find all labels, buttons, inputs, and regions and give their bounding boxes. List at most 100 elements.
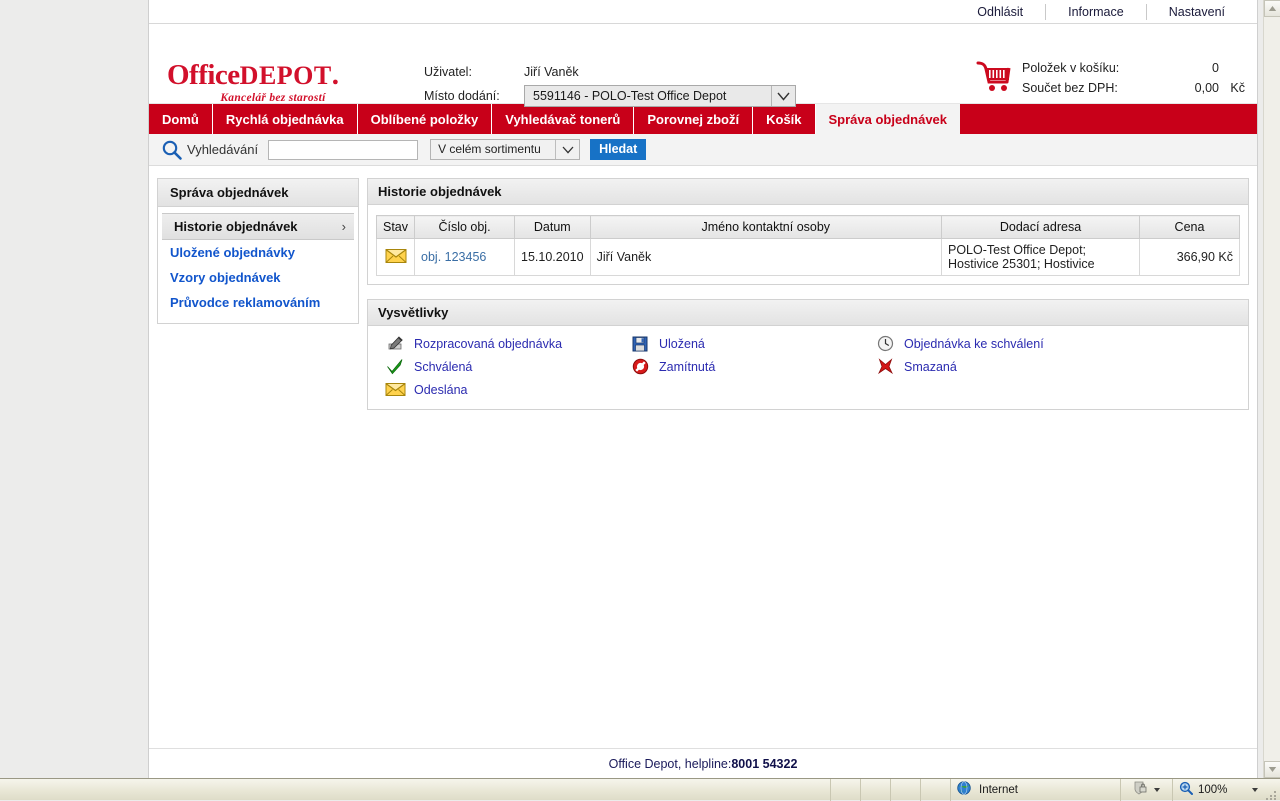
nav-home[interactable]: Domů [149,104,213,134]
nav-toner-finder[interactable]: Vyhledávač tonerů [492,104,634,134]
cell-contact-name: Jiří Vaněk [590,239,941,276]
nav-order-management[interactable]: Správa objednávek [816,104,962,134]
search-scope-value: V celém sortimentu [438,142,541,156]
logo-dot: . [332,59,339,91]
legend-item: Smazaná [874,355,1119,378]
legend-item: Schválená [384,355,629,378]
zoom-control[interactable]: 100% [1172,779,1264,801]
order-history-panel: Historie objednávek Stav Číslo obj. Datu… [367,178,1249,285]
legend-item: Odeslána [384,378,629,401]
draft-pen-icon [384,335,406,353]
search-bar: Vyhledávání V celém sortimentu Hledat [149,134,1257,166]
resize-grip[interactable] [1264,779,1280,801]
shopping-cart-icon [976,60,1014,94]
sidebar-item-order-templates[interactable]: Vzory objednávek [158,265,358,290]
delivery-label: Místo dodání: [424,89,524,103]
legend-column-1: Rozpracovaná objednávka Schválená [384,332,629,401]
logout-link[interactable]: Odhlásit [955,4,1045,20]
cart-items-row: Položek v košíku: 0 [1022,58,1245,78]
cart-summary[interactable]: Položek v košíku: 0 Součet bez DPH: 0,00… [976,58,1245,98]
red-x-icon [874,358,896,376]
search-button[interactable]: Hledat [590,139,646,160]
table-row[interactable]: obj. 123456 15.10.2010 Jiří Vaněk POLO-T… [377,239,1240,276]
legend-label: Rozpracovaná objednávka [414,337,562,351]
zoom-magnifier-icon [1179,781,1193,798]
legend-label: Schválená [414,360,472,374]
legend-item: Objednávka ke schválení [874,332,1119,355]
scroll-up-button[interactable] [1264,0,1280,17]
address-line-2: Hostivice 25301; Hostivice [948,257,1095,271]
green-check-icon [384,358,406,376]
cell-order-number[interactable]: obj. 123456 [415,239,515,276]
legend-label: Objednávka ke schválení [904,337,1044,351]
search-scope-select[interactable]: V celém sortimentu [430,139,580,160]
search-input[interactable] [268,140,418,160]
legend-panel: Vysvětlivky [367,299,1249,410]
cart-subtotal-value: 0,00 [1167,81,1219,95]
legend-title: Vysvětlivky [368,300,1248,326]
nav-compare[interactable]: Porovnej zboží [634,104,753,134]
price-value: 366,90 [1177,250,1215,264]
orders-table: Stav Číslo obj. Datum Jméno kontaktní os… [376,215,1240,276]
user-info-block: Uživatel: Jiří Vaněk Místo dodání: 55911… [424,60,796,108]
legend-body: Rozpracovaná objednávka Schválená [368,326,1248,409]
status-segment [830,779,860,801]
address-line-1: POLO-Test Office Depot; [948,243,1086,257]
sidebar-item-complaint-guide[interactable]: Průvodce reklamováním [158,290,358,315]
sidebar-item-saved-orders[interactable]: Uložené objednávky [158,240,358,265]
scroll-down-button[interactable] [1264,761,1280,778]
col-delivery-address: Dodací adresa [942,216,1140,239]
legend-item: Uložená [629,332,874,355]
status-segment [890,779,920,801]
chevron-down-icon[interactable] [1154,788,1160,792]
status-segment [860,779,890,801]
page-content: Správa objednávek Historie objednávek › … [149,166,1257,424]
table-header-row: Stav Číslo obj. Datum Jméno kontaktní os… [377,216,1240,239]
web-page: Odhlásit Informace Nastavení OfficeDEPOT… [148,0,1258,778]
magnifier-icon [161,139,183,161]
sidebar: Správa objednávek Historie objednávek › … [157,178,359,324]
utility-bar: Odhlásit Informace Nastavení [149,0,1257,24]
globe-icon [957,781,971,798]
cart-items-label: Položek v košíku: [1022,61,1167,75]
sidebar-item-label: Vzory objednávek [170,270,281,285]
user-row: Uživatel: Jiří Vaněk [424,60,796,84]
chevron-down-icon[interactable] [771,86,795,106]
nav-cart[interactable]: Košík [753,104,815,134]
nav-quick-order[interactable]: Rychlá objednávka [213,104,358,134]
search-label: Vyhledávání [187,142,258,157]
chevron-down-icon[interactable] [555,140,579,159]
col-order-number: Číslo obj. [415,216,515,239]
vertical-scrollbar[interactable] [1263,0,1280,778]
main-column: Historie objednávek Stav Číslo obj. Datu… [367,178,1249,424]
protected-mode-indicator[interactable] [1120,779,1172,801]
sidebar-title: Správa objednávek [158,179,358,207]
cell-price: 366,90 Kč [1140,239,1240,276]
security-zone-indicator[interactable]: Internet [950,779,1120,801]
cell-delivery-address: POLO-Test Office Depot; Hostivice 25301;… [942,239,1140,276]
sidebar-menu: Historie objednávek › Uložené objednávky… [158,207,358,323]
office-depot-logo[interactable]: OfficeDEPOT. Kancelář bez starostí [167,60,407,108]
legend-column-3: Objednávka ke schválení Smazaná [874,332,1119,401]
orders-table-head: Stav Číslo obj. Datum Jméno kontaktní os… [377,216,1240,239]
cell-status [377,239,415,276]
sidebar-item-order-history[interactable]: Historie objednávek › [162,213,354,240]
site-header: OfficeDEPOT. Kancelář bez starostí Uživa… [149,24,1257,104]
col-contact-name: Jméno kontaktní osoby [590,216,941,239]
settings-link[interactable]: Nastavení [1146,4,1247,20]
legend-item: Zamítnutá [629,355,874,378]
col-date: Datum [515,216,591,239]
nav-favorites[interactable]: Oblíbené položky [358,104,493,134]
logo-wordmark: OfficeDEPOT. [167,60,407,91]
info-link[interactable]: Informace [1045,4,1146,20]
order-number-link[interactable]: obj. 123456 [421,250,486,264]
chevron-down-icon[interactable] [1252,788,1258,792]
cart-figures: Položek v košíku: 0 Součet bez DPH: 0,00… [1022,58,1245,98]
delivery-location-select[interactable]: 5591146 - POLO-Test Office Depot [524,85,796,107]
nav-filler [961,104,1257,134]
orders-table-body: obj. 123456 15.10.2010 Jiří Vaněk POLO-T… [377,239,1240,276]
envelope-icon [384,381,406,399]
user-value: Jiří Vaněk [524,65,579,79]
delivery-row: Místo dodání: 5591146 - POLO-Test Office… [424,84,796,108]
chevron-right-icon: › [342,219,346,234]
